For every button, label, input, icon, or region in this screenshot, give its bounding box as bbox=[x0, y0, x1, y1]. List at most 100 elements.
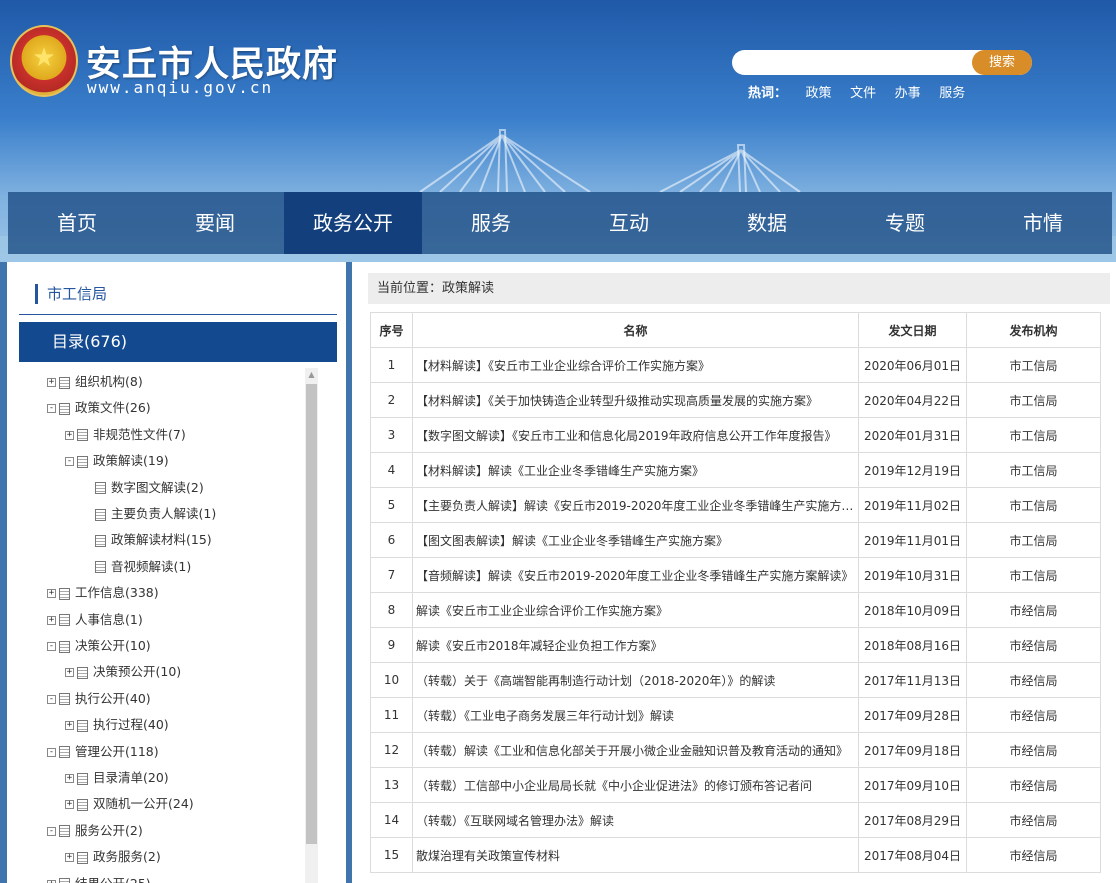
row-title-link[interactable]: 【主要负责人解读】解读《安丘市2019-2020年度工业企业冬季错峰生产实施方案… bbox=[412, 487, 859, 523]
nav-item-gov-affairs[interactable]: 政务公开 bbox=[284, 192, 422, 254]
sidebar-divider bbox=[19, 314, 337, 315]
nav-item-data[interactable]: 数据 bbox=[698, 192, 836, 254]
collapse-icon[interactable]: - bbox=[47, 642, 56, 651]
main-content: 当前位置：政策解读 序号 名称 发文日期 发布机构 1 【材料解读】《安丘市工业企… bbox=[352, 262, 1116, 883]
row-title-link[interactable]: （转载）《互联网域名管理办法》解读 bbox=[412, 802, 859, 838]
tree-node-label[interactable]: 政策解读(19) bbox=[93, 453, 169, 468]
nav-item-news[interactable]: 要闻 bbox=[146, 192, 284, 254]
row-title-link[interactable]: （转载）工信部中小企业局局长就《中小企业促进法》的修订颁布答记者问 bbox=[412, 767, 859, 803]
row-publisher: 市工信局 bbox=[966, 522, 1101, 558]
search-button[interactable]: 搜索 bbox=[972, 50, 1032, 75]
search-input[interactable] bbox=[742, 53, 962, 72]
row-index: 4 bbox=[370, 452, 413, 488]
expand-icon[interactable]: + bbox=[65, 800, 74, 810]
expand-icon[interactable]: + bbox=[47, 378, 56, 387]
collapse-icon[interactable]: - bbox=[47, 694, 56, 704]
nav-item-interaction[interactable]: 互动 bbox=[560, 192, 698, 254]
row-title-link[interactable]: 【材料解读】《关于加快铸造企业转型升级推动实现高质量发展的实施方案》 bbox=[412, 382, 859, 418]
tree-node-label[interactable]: 数字图文解读(2) bbox=[111, 480, 204, 495]
tree-scrollbar[interactable]: ▲ bbox=[305, 368, 318, 883]
row-title-link[interactable]: 【数字图文解读】《安丘市工业和信息化局2019年政府信息公开工作年度报告》 bbox=[412, 417, 859, 453]
tree-node-label[interactable]: 结果公开(25) bbox=[75, 876, 151, 883]
tree-node[interactable]: + 结果公开(25) bbox=[47, 874, 151, 883]
row-date: 2017年09月18日 bbox=[858, 732, 967, 768]
tree-node-label[interactable]: 工作信息(338) bbox=[75, 585, 159, 600]
tree-node[interactable]: + 决策预公开(10) bbox=[65, 662, 181, 682]
expand-icon[interactable]: + bbox=[65, 774, 74, 783]
row-title-link[interactable]: 【音频解读】解读《安丘市2019-2020年度工业企业冬季错峰生产实施方案解读》 bbox=[412, 557, 859, 593]
collapse-icon[interactable]: - bbox=[47, 826, 56, 836]
row-title-link[interactable]: 解读《安丘市工业企业综合评价工作实施方案》 bbox=[412, 592, 859, 628]
tree-node[interactable]: - 服务公开(2) bbox=[47, 821, 143, 841]
expand-icon[interactable]: + bbox=[65, 430, 74, 440]
nav-item-city-info[interactable]: 市情 bbox=[974, 192, 1112, 254]
catalog-header[interactable]: 目录(676) bbox=[19, 322, 337, 362]
tree-node-label[interactable]: 管理公开(118) bbox=[75, 744, 159, 759]
tree-node-label[interactable]: 双随机一公开(24) bbox=[93, 796, 194, 811]
tree-node-label[interactable]: 执行公开(40) bbox=[75, 691, 151, 706]
tree-node-label[interactable]: 决策预公开(10) bbox=[93, 664, 181, 679]
expand-icon[interactable]: + bbox=[65, 853, 74, 863]
tree-node[interactable]: + 组织机构(8) bbox=[47, 372, 143, 392]
row-publisher: 市工信局 bbox=[966, 347, 1101, 383]
expand-icon[interactable]: + bbox=[65, 721, 74, 731]
tree-node[interactable]: 主要负责人解读(1) bbox=[95, 504, 216, 524]
tree-node-label[interactable]: 政策解读材料(15) bbox=[111, 532, 212, 547]
tree-node-label[interactable]: 服务公开(2) bbox=[75, 823, 143, 838]
tree-node[interactable]: + 执行过程(40) bbox=[65, 715, 169, 735]
tree-node-label[interactable]: 决策公开(10) bbox=[75, 638, 151, 653]
expand-icon[interactable]: + bbox=[47, 615, 56, 625]
tree-node[interactable]: + 双随机一公开(24) bbox=[65, 794, 194, 814]
tree-node-label[interactable]: 非规范性文件(7) bbox=[93, 427, 186, 442]
row-index: 9 bbox=[370, 627, 413, 663]
nav-item-services[interactable]: 服务 bbox=[422, 192, 560, 254]
tree-node[interactable]: - 决策公开(10) bbox=[47, 636, 151, 656]
row-title-link[interactable]: 解读《安丘市2018年减轻企业负担工作方案》 bbox=[412, 627, 859, 663]
tree-node[interactable]: + 政务服务(2) bbox=[65, 847, 161, 867]
scroll-thumb[interactable] bbox=[306, 384, 317, 844]
tree-node-label[interactable]: 政策文件(26) bbox=[75, 400, 151, 415]
row-date: 2020年04月22日 bbox=[858, 382, 967, 418]
tree-node-label[interactable]: 主要负责人解读(1) bbox=[111, 506, 216, 521]
tree-node-label[interactable]: 组织机构(8) bbox=[75, 374, 143, 389]
scroll-up-arrow-icon[interactable]: ▲ bbox=[305, 368, 318, 382]
nav-item-home[interactable]: 首页 bbox=[8, 192, 146, 254]
row-index: 3 bbox=[370, 417, 413, 453]
tree-node-label[interactable]: 执行过程(40) bbox=[93, 717, 169, 732]
table-row: 9 解读《安丘市2018年减轻企业负担工作方案》 2018年08月16日 市经信局 bbox=[370, 627, 1101, 663]
hotword-link[interactable]: 政策 bbox=[806, 86, 832, 101]
tree-node[interactable]: 政策解读材料(15) bbox=[95, 530, 212, 550]
tree-node-label[interactable]: 目录清单(20) bbox=[93, 770, 169, 785]
row-title-link[interactable]: （转载）解读《工业和信息化部关于开展小微企业金融知识普及教育活动的通知》 bbox=[412, 732, 859, 768]
row-title-link[interactable]: 【图文图表解读】解读《工业企业冬季错峰生产实施方案》 bbox=[412, 522, 859, 558]
tree-node-label[interactable]: 音视频解读(1) bbox=[111, 559, 191, 574]
collapse-icon[interactable]: - bbox=[65, 457, 74, 467]
expand-icon[interactable]: + bbox=[47, 589, 56, 599]
tree-node[interactable]: - 政策解读(19) bbox=[65, 451, 169, 471]
nav-item-topics[interactable]: 专题 bbox=[836, 192, 974, 254]
tree-node[interactable]: - 执行公开(40) bbox=[47, 689, 151, 709]
tree-node-label[interactable]: 政务服务(2) bbox=[93, 849, 161, 864]
tree-node[interactable]: + 工作信息(338) bbox=[47, 583, 159, 603]
tree-node[interactable]: + 非规范性文件(7) bbox=[65, 425, 186, 445]
tree-node[interactable]: - 政策文件(26) bbox=[47, 398, 151, 418]
row-title-link[interactable]: 【材料解读】《安丘市工业企业综合评价工作实施方案》 bbox=[412, 347, 859, 383]
tree-node-label[interactable]: 人事信息(1) bbox=[75, 612, 143, 627]
expand-icon[interactable]: + bbox=[65, 668, 74, 678]
tree-node[interactable]: + 目录清单(20) bbox=[65, 768, 169, 788]
table-row: 11 （转载）《工业电子商务发展三年行动计划》解读 2017年09月28日 市经信局 bbox=[370, 697, 1101, 733]
row-title-link[interactable]: （转载）《工业电子商务发展三年行动计划》解读 bbox=[412, 697, 859, 733]
hotword-link[interactable]: 服务 bbox=[939, 86, 965, 101]
row-title-link[interactable]: 散煤治理有关政策宣传材料 bbox=[412, 837, 859, 873]
row-title-link[interactable]: 【材料解读】解读《工业企业冬季错峰生产实施方案》 bbox=[412, 452, 859, 488]
tree-node[interactable]: - 管理公开(118) bbox=[47, 742, 159, 762]
tree-node[interactable]: 数字图文解读(2) bbox=[95, 478, 204, 498]
tree-node[interactable]: + 人事信息(1) bbox=[47, 610, 143, 630]
collapse-icon[interactable]: - bbox=[47, 747, 56, 757]
hotword-link[interactable]: 办事 bbox=[895, 86, 921, 101]
tree-node[interactable]: 音视频解读(1) bbox=[95, 557, 191, 577]
row-title-link[interactable]: （转载）关于《高端智能再制造行动计划（2018-2020年）》的解读 bbox=[412, 662, 859, 698]
hotword-link[interactable]: 文件 bbox=[850, 86, 876, 101]
expand-icon[interactable]: + bbox=[47, 879, 56, 883]
collapse-icon[interactable]: - bbox=[47, 404, 56, 414]
